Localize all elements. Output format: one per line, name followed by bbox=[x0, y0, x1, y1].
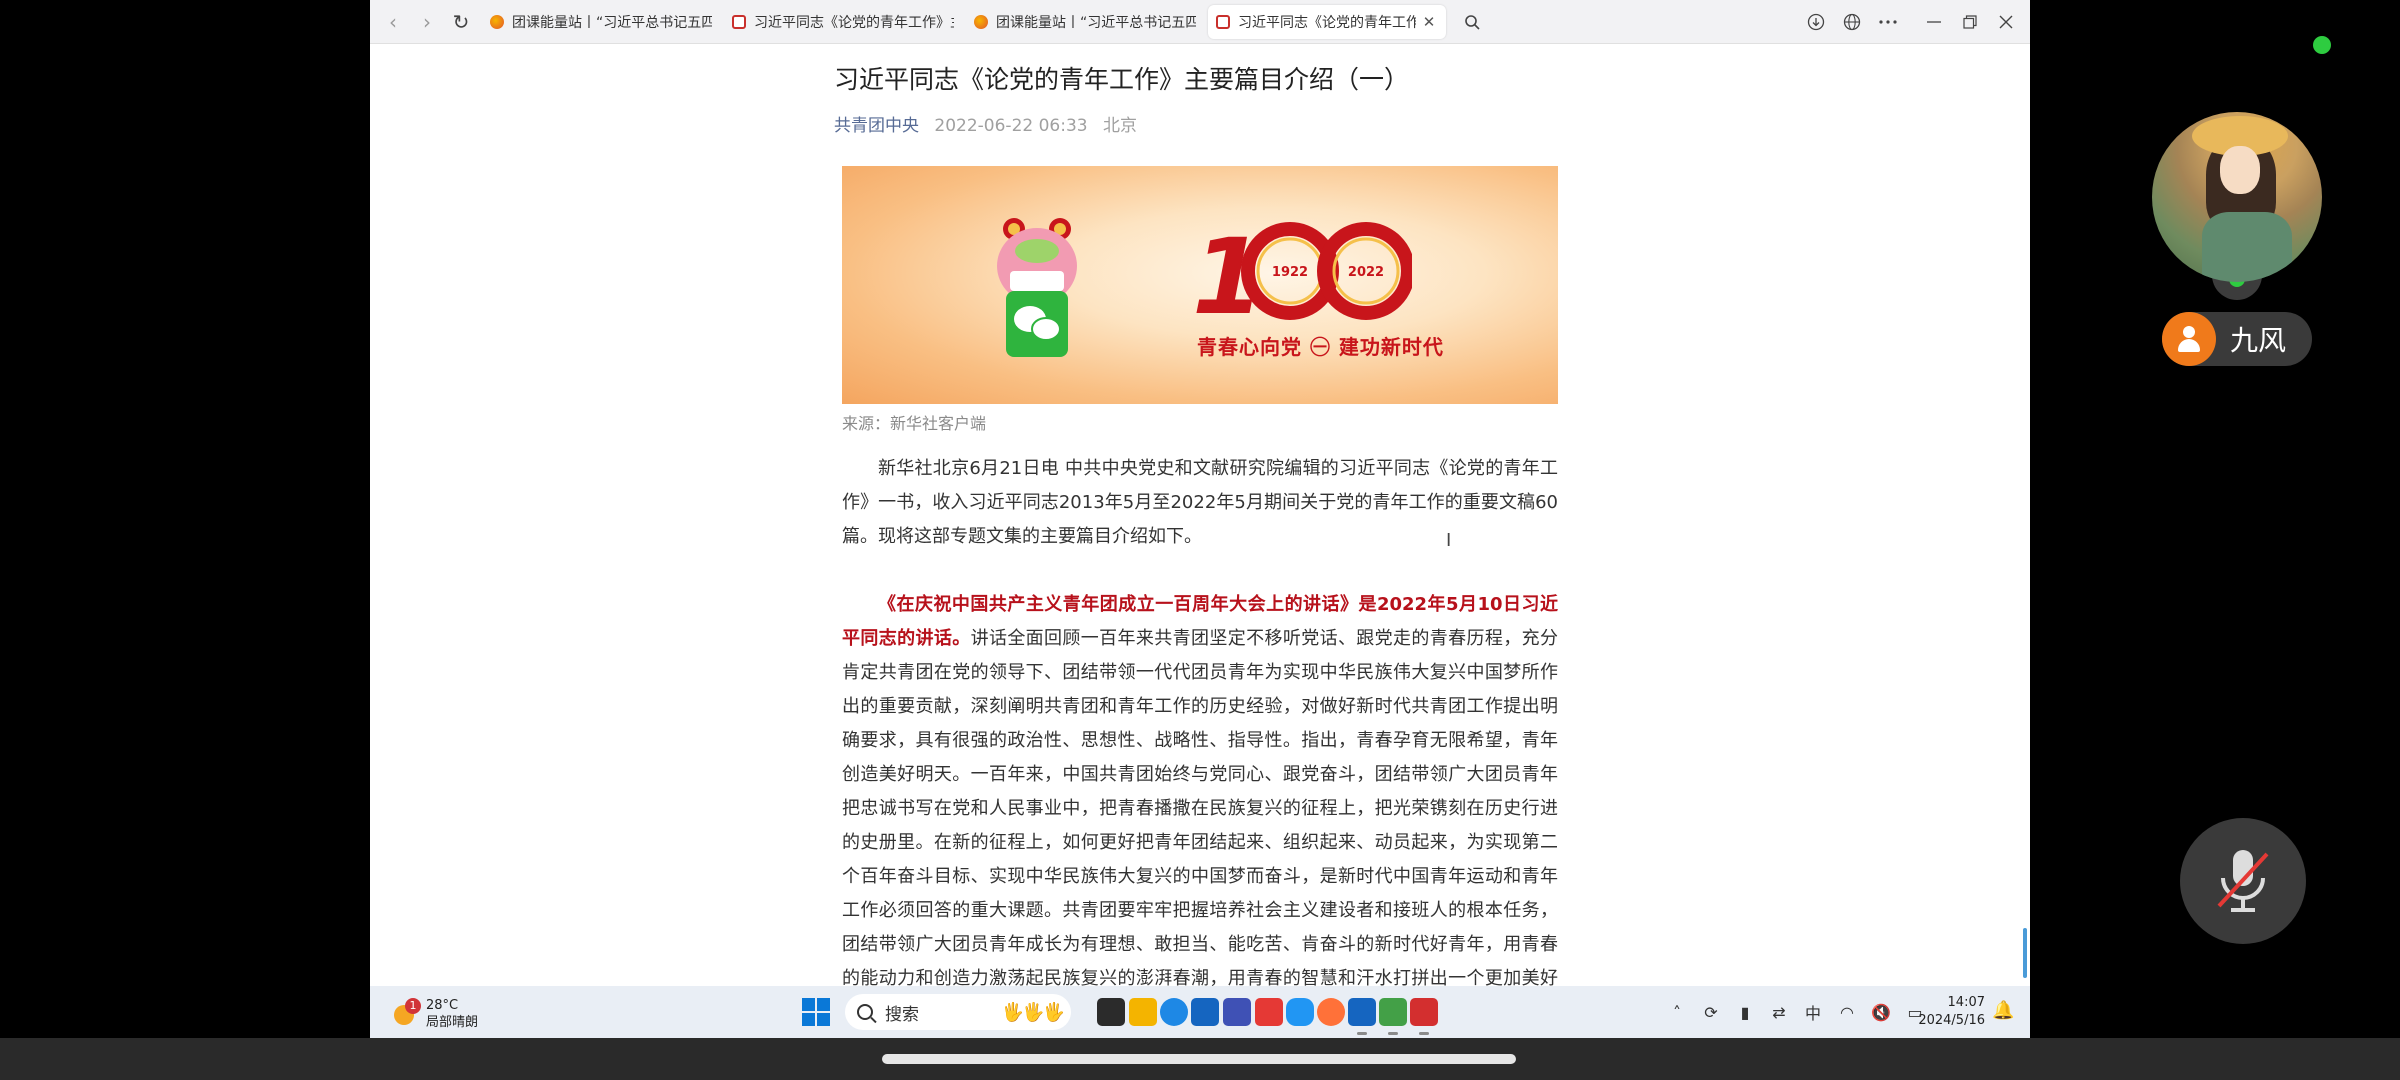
clock-date: 2024/5/16 bbox=[1918, 1013, 1985, 1028]
tab-label: 习近平同志《论党的青年工作》主要篇 bbox=[1238, 14, 1416, 31]
tab-label: 习近平同志《论党的青年工作》主要 bbox=[754, 14, 954, 31]
app-tray-icon[interactable]: ▮ bbox=[1728, 1003, 1762, 1022]
gesture-bar bbox=[0, 1038, 2400, 1080]
weather-sun-icon: 1 bbox=[392, 998, 421, 1027]
wifi-icon[interactable]: ◠ bbox=[1830, 1003, 1864, 1022]
file-explorer-icon[interactable] bbox=[1129, 998, 1157, 1026]
publish-datetime: 2022-06-22 06:33 bbox=[934, 115, 1088, 136]
author-link[interactable]: 共青团中央 bbox=[834, 116, 919, 136]
globe-icon[interactable] bbox=[1834, 5, 1870, 39]
tab-label: 团课能量站丨“习近平总书记五四寄语 bbox=[512, 14, 712, 31]
article-title: 习近平同志《论党的青年工作》主要篇目介绍（一） bbox=[834, 65, 1410, 94]
wps-icon[interactable] bbox=[1410, 998, 1438, 1035]
publish-location: 北京 bbox=[1103, 115, 1138, 136]
user-name: 九风 bbox=[2230, 324, 2287, 357]
article-banner-image: 1 1922 2022 青春心向党 ㊀ 建功新时代 bbox=[842, 165, 1558, 404]
favicon-icon bbox=[974, 14, 988, 29]
weather-text: 28°C 局部晴朗 bbox=[426, 997, 478, 1031]
browser-tab-active[interactable]: 习近平同志《论党的青年工作》主要篇 ✕ bbox=[1208, 4, 1446, 39]
blue-app-icon[interactable] bbox=[1223, 998, 1251, 1026]
clock-time: 14:07 bbox=[1947, 995, 1985, 1010]
download-icon[interactable] bbox=[1798, 5, 1834, 39]
article: 习近平同志《论党的青年工作》主要篇目介绍（一） 共青团中央 2022-06-22… bbox=[834, 44, 1574, 986]
article-paragraph: 《在庆祝中国共产主义青年团成立一百周年大会上的讲话》是2022年5月10日习近平… bbox=[842, 588, 1558, 987]
scroll-thumb[interactable] bbox=[2023, 928, 2027, 978]
user-avatar[interactable] bbox=[2152, 112, 2322, 282]
weather-widget[interactable]: 1 28°C 局部晴朗 bbox=[392, 994, 502, 1034]
centenary-100-emblem: 1 1922 2022 bbox=[1192, 221, 1412, 321]
year-start-label: 1922 bbox=[1272, 265, 1308, 280]
browser-tab-1[interactable]: 团课能量站丨“习近平总书记五四寄语 bbox=[482, 5, 720, 39]
red-app-icon[interactable] bbox=[1255, 998, 1283, 1026]
notification-bell-icon[interactable]: 🔔 bbox=[1992, 1000, 2014, 1021]
tab-label: 团课能量站丨“习近平总书记五四寄语 bbox=[996, 14, 1196, 31]
browser-tab-2[interactable]: 习近平同志《论党的青年工作》主要 bbox=[724, 5, 962, 39]
search-placeholder: 搜索 bbox=[885, 1004, 919, 1025]
search-highlight-icon: 🖐🖐🖐 bbox=[1001, 1001, 1065, 1023]
online-status-dot bbox=[2313, 36, 2331, 54]
user-name-tag: 九风 bbox=[2162, 312, 2312, 366]
close-window-icon[interactable] bbox=[1988, 5, 2024, 39]
photos-icon[interactable] bbox=[1348, 998, 1376, 1035]
favicon-icon bbox=[490, 14, 504, 29]
mute-microphone-button[interactable] bbox=[2180, 818, 2306, 944]
weather-temp: 28°C bbox=[426, 998, 459, 1013]
weather-badge: 1 bbox=[405, 998, 421, 1014]
browser-tab-3[interactable]: 团课能量站丨“习近平总书记五四寄语 bbox=[966, 5, 1204, 39]
favicon-icon bbox=[1216, 14, 1230, 29]
start-button-icon[interactable] bbox=[802, 998, 830, 1026]
onedrive-icon[interactable] bbox=[1286, 998, 1314, 1026]
mic-muted-icon bbox=[2217, 850, 2269, 912]
sync-icon[interactable]: ⟳ bbox=[1694, 1003, 1728, 1022]
browser-tab-bar: ‹ › ↻ 团课能量站丨“习近平总书记五四寄语 习近平同志《论党的青年工作》主要… bbox=[370, 0, 2030, 44]
image-source-caption: 来源：新华社客户端 bbox=[842, 413, 987, 433]
paragraph-body: 讲话全面回顾一百年来共青团坚定不移听党话、跟党走的青春历程，充分肯定共青团在党的… bbox=[842, 627, 1558, 987]
store-icon[interactable] bbox=[1191, 998, 1219, 1026]
page-scrollbar[interactable] bbox=[2020, 44, 2030, 986]
year-end-label: 2022 bbox=[1348, 265, 1384, 280]
mascot-icon bbox=[997, 217, 1077, 357]
more-icon[interactable] bbox=[1870, 5, 1906, 39]
search-icon bbox=[857, 1004, 873, 1020]
text-cursor-icon: I bbox=[1446, 530, 1452, 551]
gesture-handle[interactable] bbox=[882, 1054, 1516, 1064]
web-page: 习近平同志《论党的青年工作》主要篇目介绍（一） 共青团中央 2022-06-22… bbox=[370, 44, 2030, 986]
system-tray: ˄ ⟳ ▮ ⇄ 中 ◠ 🔇 ▭ bbox=[1660, 986, 1932, 1038]
refresh-icon[interactable]: ↻ bbox=[444, 5, 478, 39]
ime-indicator[interactable]: 中 bbox=[1796, 1000, 1830, 1024]
windows-taskbar: 1 28°C 局部晴朗 搜索 🖐🖐🖐 ˄ ⟳ ▮ ⇄ 中 ◠ 🔇 ▭ 14:07… bbox=[370, 986, 2030, 1038]
remote-desktop: ‹ › ↻ 团课能量站丨“习近平总书记五四寄语 习近平同志《论党的青年工作》主要… bbox=[370, 0, 2030, 1038]
tab-close-icon[interactable]: ✕ bbox=[1420, 13, 1438, 31]
edge-browser-icon[interactable] bbox=[1160, 998, 1188, 1026]
system-clock[interactable]: 14:07 2024/5/16 bbox=[1915, 994, 1985, 1030]
taskbar-search-box[interactable]: 搜索 🖐🖐🖐 bbox=[845, 994, 1071, 1030]
search-tab-icon[interactable] bbox=[1454, 5, 1490, 39]
remote-desktop-app-icon[interactable] bbox=[1379, 998, 1407, 1035]
banner-slogan: 青春心向党 ㊀ 建功新时代 bbox=[1197, 334, 1444, 359]
toggle-icon[interactable]: ⇄ bbox=[1762, 1003, 1796, 1022]
volume-muted-icon[interactable]: 🔇 bbox=[1864, 1003, 1898, 1022]
article-meta: 共青团中央 2022-06-22 06:33 北京 bbox=[834, 111, 1574, 136]
weather-desc: 局部晴朗 bbox=[426, 1015, 479, 1030]
forward-icon[interactable]: › bbox=[410, 5, 444, 39]
back-icon[interactable]: ‹ bbox=[376, 5, 410, 39]
person-icon bbox=[2162, 312, 2216, 366]
firefox-icon[interactable] bbox=[1317, 998, 1345, 1026]
chevron-up-icon[interactable]: ˄ bbox=[1660, 1003, 1694, 1022]
restore-icon[interactable] bbox=[1952, 5, 1988, 39]
favicon-icon bbox=[732, 14, 746, 29]
task-view-icon[interactable] bbox=[1097, 998, 1125, 1026]
minimize-icon[interactable] bbox=[1916, 5, 1952, 39]
